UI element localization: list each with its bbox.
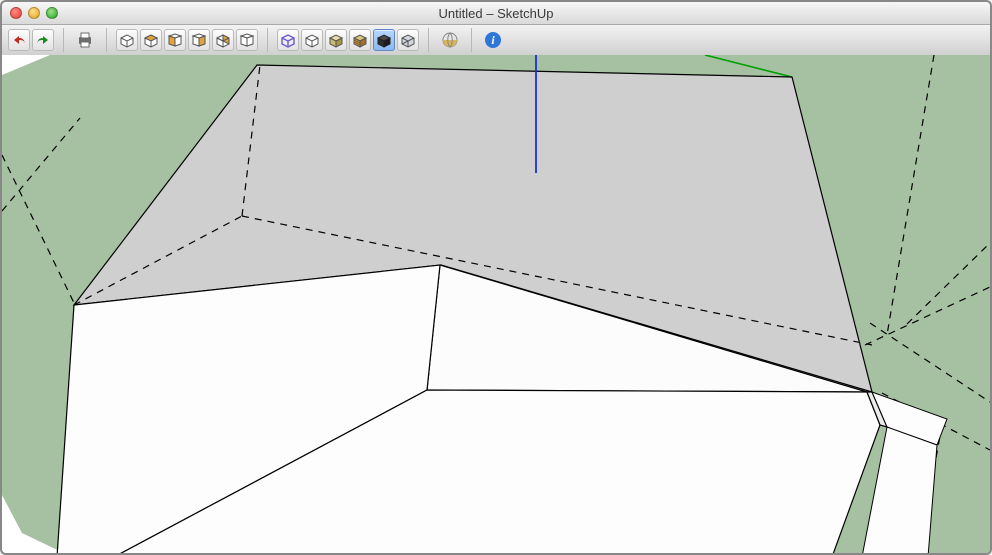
model-viewport[interactable] xyxy=(2,55,990,553)
view-right-button[interactable] xyxy=(188,29,210,51)
view-front-button[interactable] xyxy=(164,29,186,51)
app-window: Untitled – SketchUp xyxy=(0,0,992,555)
window-title: Untitled – SketchUp xyxy=(2,6,990,21)
separator xyxy=(471,28,472,52)
views-group xyxy=(116,29,258,51)
view-top-button[interactable] xyxy=(140,29,162,51)
style-shaded-textures-button[interactable] xyxy=(349,29,371,51)
print-button[interactable] xyxy=(73,29,97,51)
style-hiddenline-button[interactable] xyxy=(301,29,323,51)
separator xyxy=(63,28,64,52)
close-button[interactable] xyxy=(10,7,22,19)
style-wireframe-button[interactable] xyxy=(277,29,299,51)
separator xyxy=(267,28,268,52)
separator xyxy=(428,28,429,52)
style-shaded-button[interactable] xyxy=(325,29,347,51)
zoom-button[interactable] xyxy=(46,7,58,19)
undo-button[interactable] xyxy=(8,29,30,51)
warehouse-button[interactable] xyxy=(438,29,462,51)
style-monochrome-button[interactable] xyxy=(373,29,395,51)
style-xray-button[interactable] xyxy=(397,29,419,51)
minimize-button[interactable] xyxy=(28,7,40,19)
window-controls xyxy=(10,7,58,19)
history-group xyxy=(8,29,54,51)
separator xyxy=(106,28,107,52)
view-iso-button[interactable] xyxy=(116,29,138,51)
window-titlebar[interactable]: Untitled – SketchUp xyxy=(2,2,990,25)
redo-button[interactable] xyxy=(32,29,54,51)
styles-group xyxy=(277,29,419,51)
main-toolbar: i xyxy=(2,25,990,56)
scene-canvas[interactable] xyxy=(2,55,990,553)
view-back-button[interactable] xyxy=(212,29,234,51)
view-left-button[interactable] xyxy=(236,29,258,51)
info-button[interactable]: i xyxy=(481,29,505,51)
